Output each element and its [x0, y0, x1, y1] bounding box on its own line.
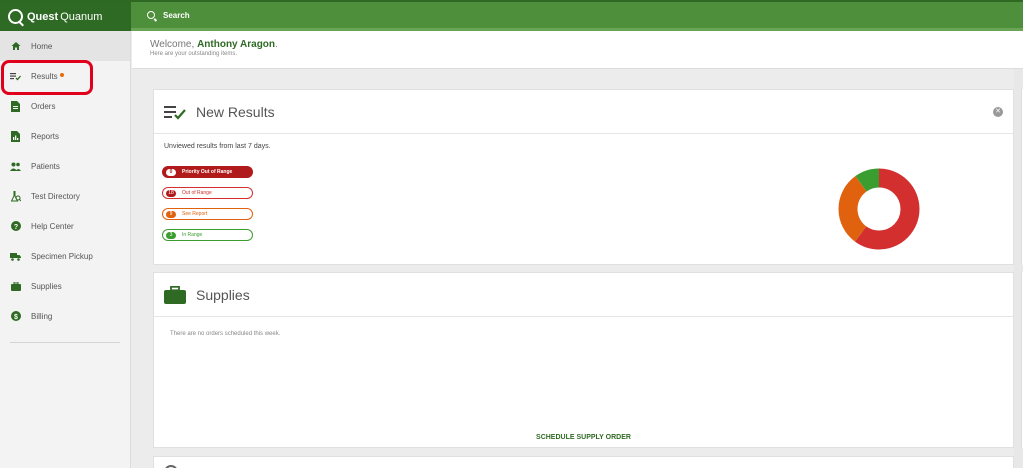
sidebar-item-label: Supplies — [31, 281, 62, 291]
orders-icon — [10, 100, 21, 112]
sidebar-item-label: Test Directory — [31, 191, 80, 201]
home-icon — [10, 41, 21, 52]
new-results-title: New Results — [196, 103, 275, 120]
result-filter-see-report[interactable]: 9 See Report — [162, 208, 253, 220]
search-icon — [147, 11, 155, 19]
sidebar-item-orders[interactable]: Orders — [0, 91, 130, 121]
dollar-icon: $ — [10, 311, 21, 322]
sidebar-item-test-directory[interactable]: Test Directory — [0, 181, 130, 211]
briefcase-icon — [164, 285, 186, 304]
briefcase-icon — [10, 281, 21, 292]
sidebar-item-help-center[interactable]: ? Help Center — [0, 211, 130, 241]
search-label: Search — [163, 10, 190, 20]
welcome-line: Welcome, Anthony Aragon. — [150, 39, 1023, 50]
result-filter-in-range[interactable]: 3 In Range — [162, 229, 253, 241]
sidebar-item-label: Specimen Pickup — [31, 251, 93, 261]
help-icon: ? — [10, 221, 21, 232]
next-card-peek — [153, 456, 1014, 468]
result-filter-label: In Range — [182, 232, 203, 238]
sidebar-item-billing[interactable]: $ Billing — [0, 301, 130, 331]
sidebar-item-label: Billing — [31, 311, 53, 321]
sidebar: Home Results Orders Reports Patients Tes… — [0, 31, 131, 468]
sidebar-item-label: Reports — [31, 131, 60, 141]
sidebar-item-specimen-pickup[interactable]: Specimen Pickup — [0, 241, 130, 271]
close-icon[interactable]: ✕ — [993, 107, 1003, 117]
result-filter-priority-out-of-range[interactable]: 0 Priority Out of Range — [162, 166, 253, 178]
reports-icon — [10, 130, 21, 142]
search-bar[interactable]: Search — [131, 2, 1023, 31]
new-results-card: New Results ✕ Unviewed results from last… — [153, 89, 1014, 265]
welcome-subtitle: Here are your outstanding items. — [150, 51, 238, 57]
results-icon — [164, 104, 186, 120]
sidebar-item-label: Home — [31, 41, 53, 51]
sidebar-item-patients[interactable]: Patients — [0, 151, 130, 181]
sidebar-item-label: Help Center — [31, 221, 74, 231]
brand-name-light: Quanum — [60, 10, 103, 23]
schedule-supply-order-link[interactable]: SCHEDULE SUPPLY ORDER — [154, 434, 1013, 441]
welcome-user-name: Anthony Aragon — [197, 39, 276, 50]
welcome-banner: Welcome, Anthony Aragon. Here are your o… — [132, 31, 1023, 69]
result-count-badge: 0 — [166, 168, 176, 176]
welcome-suffix: . — [275, 39, 278, 50]
test-directory-icon — [10, 190, 21, 202]
top-bar: Quest Quanum Search — [0, 0, 1023, 31]
result-filter-label: Out of Range — [182, 190, 212, 196]
sidebar-item-label: Orders — [31, 101, 56, 111]
supplies-empty-message: There are no orders scheduled this week. — [170, 331, 281, 337]
results-highlight-annotation — [1, 60, 93, 95]
results-donut-chart[interactable] — [837, 167, 921, 251]
right-column-edge — [1014, 69, 1023, 468]
truck-icon — [10, 251, 21, 262]
new-results-subtitle: Unviewed results from last 7 days. — [164, 143, 271, 150]
result-count-badge: 18 — [166, 189, 176, 197]
svg-text:?: ? — [13, 224, 17, 231]
sidebar-item-reports[interactable]: Reports — [0, 121, 130, 151]
sidebar-item-supplies[interactable]: Supplies — [0, 271, 130, 301]
result-filter-label: See Report — [182, 211, 208, 217]
supplies-title: Supplies — [196, 286, 250, 303]
quest-logo-icon — [8, 9, 23, 24]
sidebar-item-label: Patients — [31, 161, 60, 171]
welcome-greeting: Welcome, — [150, 39, 195, 50]
brand-logo[interactable]: Quest Quanum — [0, 2, 131, 31]
new-results-header: New Results — [154, 90, 1013, 134]
result-filter-out-of-range[interactable]: 18 Out of Range — [162, 187, 253, 199]
result-count-badge: 9 — [166, 210, 176, 218]
supplies-header: Supplies — [154, 273, 1013, 317]
supplies-card: Supplies There are no orders scheduled t… — [153, 272, 1014, 448]
patients-icon — [10, 161, 21, 172]
sidebar-item-home[interactable]: Home — [0, 31, 130, 61]
result-count-badge: 3 — [166, 231, 176, 239]
sidebar-divider — [10, 342, 120, 343]
result-filter-label: Priority Out of Range — [182, 169, 233, 175]
brand-name-bold: Quest — [27, 10, 59, 23]
svg-text:$: $ — [14, 314, 18, 321]
